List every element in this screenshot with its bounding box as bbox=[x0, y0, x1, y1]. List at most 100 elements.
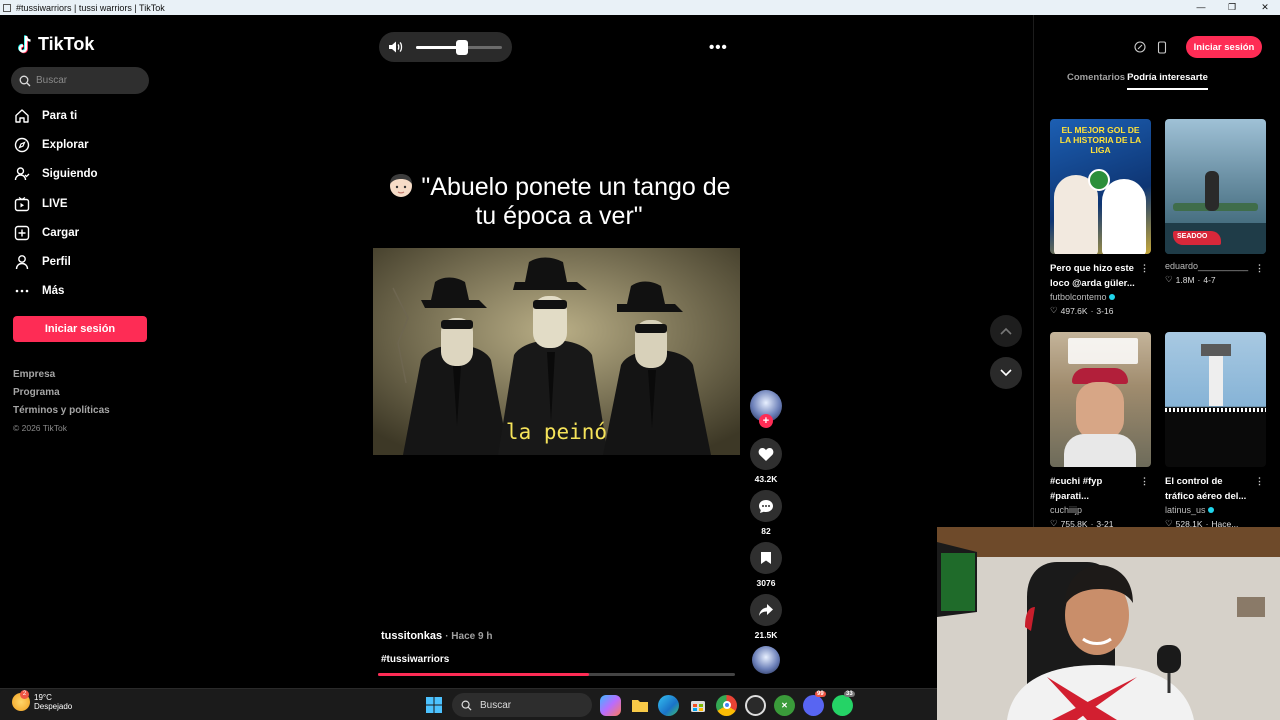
recommended-video-card[interactable]: EL MEJOR GOL DE LA HISTORIA DE LA LIGA P… bbox=[1050, 119, 1151, 316]
save-button[interactable] bbox=[750, 542, 782, 574]
sidebar-item-live[interactable]: LIVE bbox=[14, 189, 98, 218]
sound-disc-avatar[interactable] bbox=[752, 646, 780, 674]
search-box[interactable] bbox=[11, 67, 149, 94]
search-icon bbox=[461, 700, 472, 711]
video-caption: "Abuelo ponete un tango de tu época a ve… bbox=[378, 171, 740, 231]
save-count: 3076 bbox=[756, 578, 776, 588]
chrome-icon[interactable] bbox=[716, 694, 737, 716]
sidebar-footer: Empresa Programa Términos y políticas © … bbox=[13, 369, 110, 441]
tiktok-logo[interactable]: TikTok bbox=[16, 34, 94, 55]
previous-video-button[interactable] bbox=[990, 315, 1022, 347]
share-button[interactable] bbox=[750, 594, 782, 626]
video-thumbnail[interactable]: SEADOO bbox=[1165, 119, 1266, 254]
discord-icon[interactable]: 99 bbox=[803, 690, 826, 716]
sidebar-item-para-ti[interactable]: Para ti bbox=[14, 101, 98, 130]
brand-name: TikTok bbox=[38, 34, 95, 54]
taskbar-apps: Buscar ✕ 99 33 bbox=[423, 690, 855, 717]
card-title[interactable]: ⋮ bbox=[1165, 261, 1266, 276]
card-author[interactable]: latinus_us bbox=[1165, 505, 1266, 515]
card-menu-icon[interactable]: ⋮ bbox=[1140, 261, 1149, 276]
volume-icon[interactable] bbox=[388, 40, 403, 54]
sidebar-item-siguiendo[interactable]: Siguiendo bbox=[14, 160, 98, 189]
card-menu-icon[interactable]: ⋮ bbox=[1255, 474, 1264, 489]
next-video-button[interactable] bbox=[990, 357, 1022, 389]
sidebar-item-explorar[interactable]: Explorar bbox=[14, 130, 98, 159]
video-progress-bar[interactable] bbox=[378, 673, 735, 676]
upload-icon bbox=[14, 225, 30, 241]
video-thumbnail[interactable] bbox=[1165, 332, 1266, 467]
login-button-sidebar[interactable]: Iniciar sesión bbox=[13, 316, 147, 342]
video-player[interactable]: la peinó bbox=[373, 248, 740, 455]
store-icon[interactable] bbox=[687, 695, 708, 716]
restore-icon[interactable]: ❐ bbox=[1217, 0, 1247, 15]
copilot-icon[interactable] bbox=[600, 694, 621, 716]
comment-button[interactable] bbox=[750, 490, 782, 522]
sidebar-nav: Para ti Explorar Siguiendo LIVE Cargar P… bbox=[14, 101, 98, 306]
sidebar-item-label: Para ti bbox=[42, 109, 78, 122]
volume-knob[interactable] bbox=[456, 40, 469, 55]
obs-icon[interactable] bbox=[745, 694, 766, 716]
recommended-video-card[interactable]: El control de tráfico aéreo del... ⋮ lati… bbox=[1165, 332, 1266, 529]
edge-icon[interactable] bbox=[658, 694, 679, 716]
card-date: 4-7 bbox=[1203, 274, 1216, 285]
more-options-icon[interactable]: ••• bbox=[709, 39, 728, 56]
bookmark-icon bbox=[761, 552, 771, 564]
copyright: © 2026 TikTok bbox=[13, 423, 67, 433]
sidebar-item-cargar[interactable]: Cargar bbox=[14, 218, 98, 247]
search-icon bbox=[19, 75, 31, 86]
card-date: 3-16 bbox=[1096, 305, 1114, 316]
video-thumbnail[interactable]: EL MEJOR GOL DE LA HISTORIA DE LA LIGA bbox=[1050, 119, 1151, 254]
sidebar-item-label: Cargar bbox=[42, 226, 80, 239]
sidebar-item-perfil[interactable]: Perfil bbox=[14, 247, 98, 276]
video-thumbnail[interactable] bbox=[1050, 332, 1151, 467]
following-icon bbox=[14, 166, 30, 182]
card-menu-icon[interactable]: ⋮ bbox=[1140, 474, 1149, 489]
recommended-video-card[interactable]: #cuchi #fyp #parati... ⋮ cuchiiijp ♡ 755.8… bbox=[1050, 332, 1151, 529]
volume-control[interactable] bbox=[379, 32, 512, 62]
tiktok-note-icon bbox=[18, 34, 31, 53]
post-time: · Hace 9 h bbox=[445, 631, 493, 642]
card-author-name: futbolcontemo bbox=[1050, 292, 1107, 302]
recommended-video-card[interactable]: SEADOO ⋮ eduardo__________ ♡ 1.8M · 4-7 bbox=[1165, 119, 1266, 285]
weather-widget[interactable]: 2 19°C Despejado bbox=[12, 690, 73, 711]
file-explorer-icon[interactable] bbox=[629, 695, 650, 716]
follow-plus-icon[interactable]: + bbox=[759, 414, 773, 428]
tab-podria-interesarte[interactable]: Podría interesarte bbox=[1127, 72, 1208, 90]
heart-outline-icon: ♡ bbox=[1050, 305, 1058, 315]
footer-link-terminos[interactable]: Términos y políticas bbox=[13, 405, 110, 423]
card-title[interactable]: #cuchi #fyp #parati... ⋮ bbox=[1050, 474, 1151, 504]
right-panel-tabs: Comentarios Podría interesarte bbox=[1067, 72, 1208, 90]
video-hashtags[interactable]: #tussiwarriors bbox=[381, 654, 449, 665]
card-author[interactable]: cuchiiijp bbox=[1050, 505, 1151, 515]
taskbar-search[interactable]: Buscar bbox=[452, 693, 592, 717]
card-stats: ♡ 497.6K · 3-16 bbox=[1050, 305, 1114, 316]
sidebar-item-label: Siguiendo bbox=[42, 168, 98, 181]
volume-slider[interactable] bbox=[416, 40, 502, 55]
video-subtitle: la peinó bbox=[505, 420, 608, 444]
login-button-top[interactable]: Iniciar sesión bbox=[1186, 36, 1262, 58]
mobile-app-icon[interactable] bbox=[1153, 38, 1171, 56]
footer-link-programa[interactable]: Programa bbox=[13, 387, 110, 405]
search-input[interactable] bbox=[36, 75, 136, 86]
window-titlebar: #tussiwarriors | tussi warriors | TikTok… bbox=[0, 0, 1280, 15]
card-title[interactable]: Pero que hizo este loco @arda güler... ⋮ bbox=[1050, 261, 1151, 291]
close-icon[interactable]: ✕ bbox=[1250, 0, 1280, 15]
creator-avatar[interactable]: + bbox=[750, 390, 782, 428]
card-title[interactable]: El control de tráfico aéreo del... ⋮ bbox=[1165, 474, 1266, 504]
weather-condition: Despejado bbox=[34, 702, 73, 711]
whatsapp-icon[interactable]: 33 bbox=[832, 690, 855, 716]
like-button[interactable] bbox=[750, 438, 782, 470]
thumbnail-text: EL MEJOR GOL DE LA HISTORIA DE LA LIGA bbox=[1059, 125, 1142, 155]
xbox-icon[interactable]: ✕ bbox=[774, 694, 795, 716]
card-menu-icon[interactable]: ⋮ bbox=[1255, 261, 1264, 276]
author-name[interactable]: tussitonkas bbox=[381, 630, 442, 642]
temperature: 19°C bbox=[34, 693, 52, 702]
tab-comentarios[interactable]: Comentarios bbox=[1067, 72, 1125, 90]
card-author[interactable]: futbolcontemo bbox=[1050, 292, 1151, 302]
compass-icon bbox=[14, 137, 30, 153]
minimize-icon[interactable]: — bbox=[1186, 0, 1216, 15]
sidebar-item-mas[interactable]: Más bbox=[14, 277, 98, 306]
footer-link-empresa[interactable]: Empresa bbox=[13, 369, 110, 387]
coins-icon[interactable] bbox=[1131, 38, 1149, 56]
windows-start-icon[interactable] bbox=[423, 695, 444, 716]
